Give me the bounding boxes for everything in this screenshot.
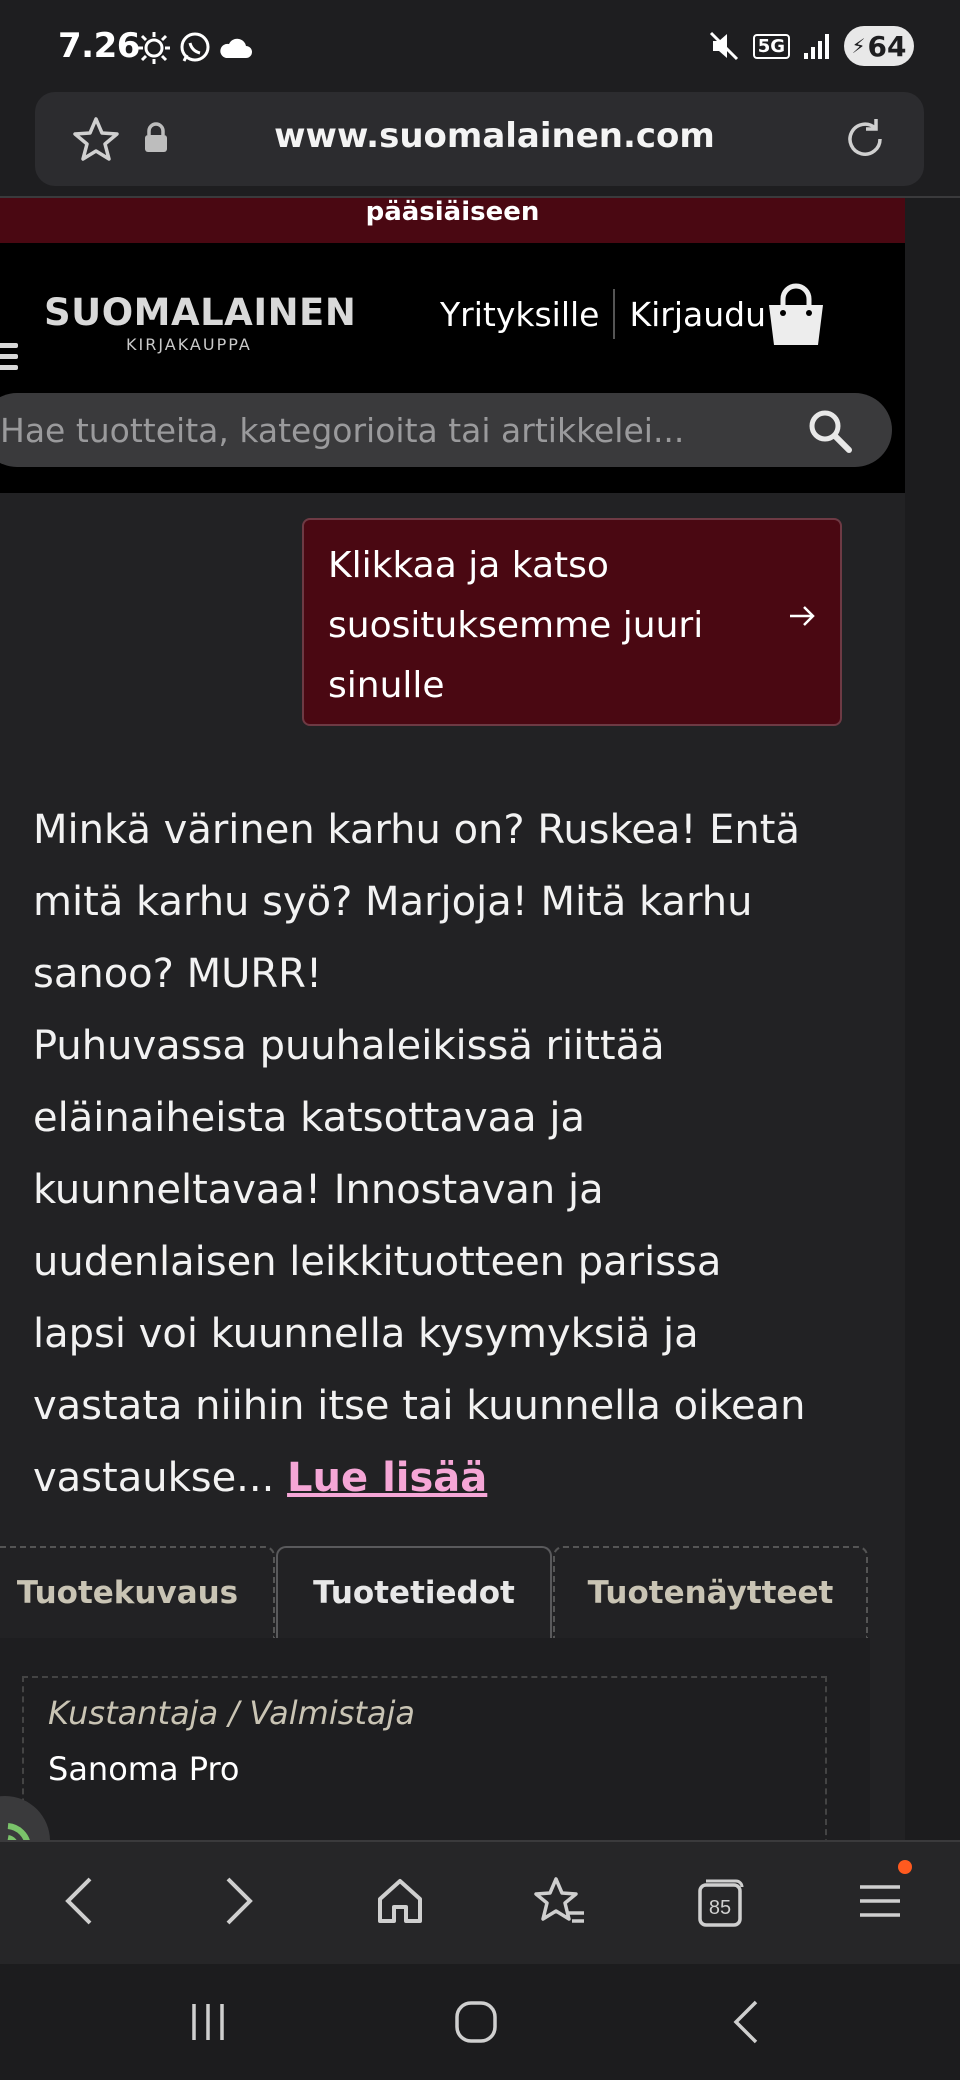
tab-product-description[interactable]: Tuotekuvaus xyxy=(0,1546,275,1638)
description-line: lapsi voi kuunnella kysymyksiä ja xyxy=(33,1311,699,1357)
logo-subtitle: KIRJAKAUPPA xyxy=(126,335,252,354)
recommendations-button[interactable]: Klikkaa ja katso suosituksemme juuri sin… xyxy=(302,518,842,726)
battery-level: 64 xyxy=(867,29,907,63)
bookmarks-button[interactable] xyxy=(520,1866,600,1936)
search-bar xyxy=(0,393,892,467)
promo-banner[interactable]: pääsiäiseen xyxy=(0,198,905,243)
description-line: eläinaiheista katsottavaa ja xyxy=(33,1095,586,1141)
address-bar[interactable]: www.suomalainen.com xyxy=(35,92,924,186)
status-notification-icons xyxy=(136,30,254,66)
description-tail: vastaukse... xyxy=(33,1455,275,1501)
back-button[interactable] xyxy=(38,1866,118,1936)
chat-widget-button[interactable] xyxy=(0,1796,50,1840)
brightness-icon xyxy=(138,32,170,64)
description-line: vastaukse... Lue lisää xyxy=(33,1442,873,1514)
browser-address-area: www.suomalainen.com xyxy=(0,92,960,198)
home-icon xyxy=(378,1879,422,1923)
chat-icon xyxy=(7,1823,30,1840)
cloud-icon xyxy=(220,38,252,58)
home-nav-button[interactable] xyxy=(436,1992,516,2052)
description-line: Puhuvassa puuhaleikissä riittää xyxy=(33,1023,665,1069)
forward-button[interactable] xyxy=(200,1866,280,1936)
recommendations-label: Klikkaa ja katso suosituksemme juuri sin… xyxy=(328,545,704,706)
back-icon xyxy=(65,1877,92,1925)
tabs-button[interactable]: 85 xyxy=(680,1866,760,1936)
product-details-panel: Kustantaja / Valmistaja Sanoma Pro xyxy=(0,1638,870,1840)
back-nav-button[interactable] xyxy=(706,1992,786,2052)
search-icon[interactable] xyxy=(806,407,854,455)
header-links: Yrityksille Kirjaudu xyxy=(440,289,766,339)
forward-icon xyxy=(226,1877,253,1925)
page-scroll-gutter[interactable] xyxy=(905,198,960,1840)
url-text[interactable]: www.suomalainen.com xyxy=(35,116,924,156)
status-system-icons: 5G ⚡ 64 xyxy=(707,26,914,66)
home-button[interactable] xyxy=(360,1866,440,1936)
tab-count: 85 xyxy=(709,1897,731,1919)
site-menu-icon[interactable] xyxy=(0,343,18,376)
status-bar: 7.26 5G ⚡ 64 xyxy=(0,0,960,92)
site-header: SUOMALAINEN KIRJAKAUPPA Yrityksille Kirj… xyxy=(0,243,905,493)
search-input[interactable] xyxy=(0,393,740,467)
logo[interactable]: SUOMALAINEN xyxy=(44,291,356,334)
notification-dot xyxy=(898,1860,912,1874)
description-line: kuunneltavaa! Innostavan ja xyxy=(33,1167,604,1213)
product-tabs: Tuotekuvaus Tuotetiedot Tuotenäytteet xyxy=(0,1546,905,1638)
description-line: mitä karhu syö? Marjoja! Mitä karhu xyxy=(33,879,753,925)
mute-icon xyxy=(709,31,738,61)
login-link[interactable]: Kirjaudu xyxy=(629,295,766,334)
description-line: uudenlaisen leikkituotteen parissa xyxy=(33,1239,722,1285)
description-line: sanoo? MURR! xyxy=(33,951,323,997)
menu-icon xyxy=(860,1885,900,1917)
battery-icon: ⚡ 64 xyxy=(844,26,914,66)
product-description: Minkä värinen karhu on? Ruskea! Entä mit… xyxy=(33,794,873,1514)
back-nav-icon xyxy=(733,2000,758,2044)
web-page: pääsiäiseen SUOMALAINEN KIRJAKAUPPA Yrit… xyxy=(0,198,905,1840)
arrow-right-icon xyxy=(790,606,815,626)
tab-product-details[interactable]: Tuotetiedot xyxy=(276,1546,552,1638)
whatsapp-icon xyxy=(180,32,210,62)
tab-product-samples[interactable]: Tuotenäytteet xyxy=(553,1546,868,1638)
home-circle-icon xyxy=(455,2001,497,2043)
publisher-label: Kustantaja / Valmistaja xyxy=(48,1694,416,1732)
business-link[interactable]: Yrityksille xyxy=(440,295,599,334)
promo-text: pääsiäiseen xyxy=(365,198,540,227)
system-nav-bar xyxy=(0,1964,960,2080)
menu-button[interactable] xyxy=(840,1860,920,1936)
tabs-icon: 85 xyxy=(698,1879,744,1927)
status-time: 7.26 xyxy=(58,26,140,66)
browser-toolbar: 85 xyxy=(0,1840,960,1964)
signal-icon xyxy=(804,34,829,59)
shopping-bag-icon[interactable] xyxy=(765,283,827,349)
reload-icon[interactable] xyxy=(840,114,890,164)
description-line: vastata niihin itse tai kuunnella oikean xyxy=(33,1383,806,1429)
header-divider xyxy=(613,289,616,339)
recent-apps-icon xyxy=(192,2004,224,2040)
recent-apps-button[interactable] xyxy=(168,1992,248,2052)
publisher-value[interactable]: Sanoma Pro xyxy=(48,1750,240,1788)
network-indicator: 5G xyxy=(752,33,790,59)
description-line: Minkä värinen karhu on? Ruskea! Entä xyxy=(33,807,800,853)
bookmarks-icon xyxy=(534,1877,584,1923)
read-more-link[interactable]: Lue lisää xyxy=(287,1455,487,1501)
